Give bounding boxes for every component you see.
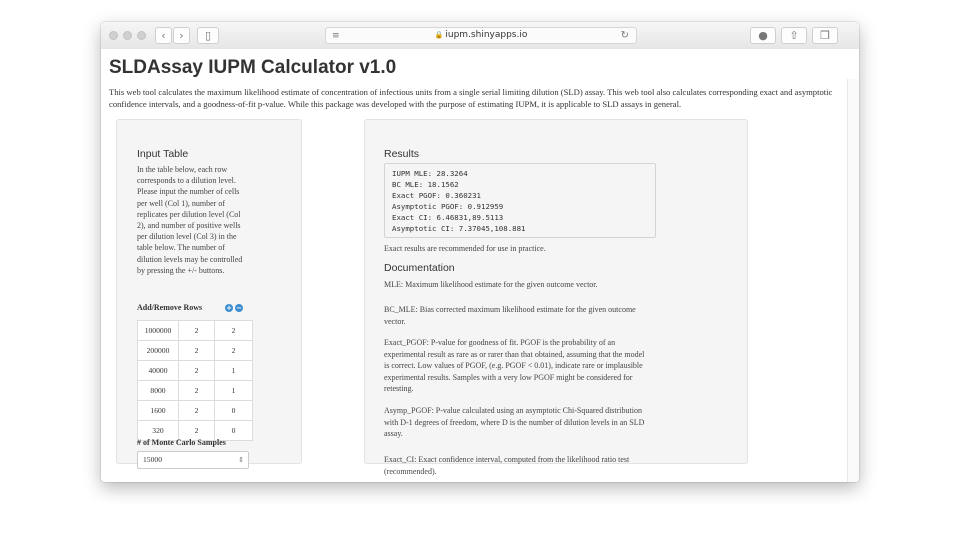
results-panel: Results IUPM MLE: 28.3264 BC MLE: 18.156… — [364, 119, 748, 476]
replicates-cell[interactable]: 2 — [178, 400, 215, 421]
replicates-cell[interactable]: 2 — [178, 360, 215, 381]
tabs-icon: ❐ — [820, 29, 830, 42]
monte-carlo-input[interactable]: 15000 ⇕ — [137, 451, 249, 469]
zoom-window-button[interactable] — [137, 31, 146, 40]
results-heading: Results — [384, 148, 420, 160]
chevron-left-icon: ‹ — [161, 29, 166, 42]
replicates-cell[interactable]: 2 — [178, 320, 215, 341]
monte-carlo-value: 15000 — [143, 455, 162, 464]
input-sidebar: Input Table In the table below, each row… — [116, 119, 302, 469]
plus-icon: + — [226, 304, 232, 312]
doc-exact-ci: Exact_CI: Exact confidence interval, com… — [384, 455, 630, 476]
result-asymptotic-ci: Asymptotic CI: 7.37045,108.881 — [392, 224, 526, 233]
positive-wells-cell[interactable]: 1 — [214, 380, 253, 401]
share-button[interactable]: ⇧ — [781, 27, 807, 44]
positive-wells-cell[interactable]: 0 — [214, 400, 253, 421]
back-button[interactable]: ‹ — [155, 27, 172, 44]
table-row: 1000000 2 2 — [137, 320, 253, 341]
input-table-heading: Input Table — [137, 148, 189, 160]
monte-carlo-label: # of Monte Carlo Samples — [137, 438, 226, 447]
share-icon: ⇧ — [789, 29, 799, 42]
spinner-icon[interactable]: ⇕ — [238, 452, 244, 468]
results-output: IUPM MLE: 28.3264 BC MLE: 18.1562 Exact … — [384, 163, 656, 238]
intro-text: This web tool calculates the maximum lik… — [109, 87, 833, 109]
positive-wells-cell[interactable]: 2 — [214, 320, 253, 341]
doc-asymp-pgof: Asymp_PGOF: P-value calculated using an … — [384, 406, 645, 439]
result-exact-ci: Exact CI: 6.46831,89.5113 — [392, 213, 504, 222]
chevron-right-icon: › — [179, 29, 184, 42]
positive-wells-cell[interactable]: 1 — [214, 360, 253, 381]
table-row: 40000 2 1 — [137, 360, 253, 381]
tabs-button[interactable]: ❐ — [812, 27, 838, 44]
table-row: 1600 2 0 — [137, 400, 253, 421]
extension-button[interactable]: ● — [750, 27, 776, 44]
result-mle: IUPM MLE: 28.3264 — [392, 169, 468, 178]
lock-icon: 🔒 — [434, 31, 444, 39]
doc-exact-pgof: Exact_PGOF: P-value for goodness of fit.… — [384, 338, 645, 394]
browser-window: ‹ › ▯ ≡ 🔒 iupm.shinyapps.io ↻ ● ⇧ ❐ SLDAs… — [101, 22, 859, 482]
replicates-cell[interactable]: 2 — [178, 380, 215, 401]
table-row: 200000 2 2 — [137, 340, 253, 361]
page-title: SLDAssay IUPM Calculator v1.0 — [109, 57, 397, 78]
cells-per-well-cell[interactable]: 200000 — [137, 340, 179, 361]
browser-toolbar: ‹ › ▯ ≡ 🔒 iupm.shinyapps.io ↻ ● ⇧ ❐ — [101, 22, 859, 50]
result-exact-pgof: Exact PGOF: 0.360231 — [392, 191, 481, 200]
result-asymptotic-pgof: Asymptotic PGOF: 0.912959 — [392, 202, 504, 211]
add-remove-rows-label: Add/Remove Rows — [137, 303, 203, 312]
doc-mle: MLE: Maximum likelihood estimate for the… — [384, 280, 598, 289]
info-icon: ● — [758, 29, 768, 42]
cells-per-well-cell[interactable]: 40000 — [137, 360, 179, 381]
doc-bc-mle: BC_MLE: Bias corrected maximum likelihoo… — [384, 305, 636, 326]
remove-row-button[interactable]: − — [235, 304, 243, 312]
table-row: 8000 2 1 — [137, 380, 253, 401]
reload-icon[interactable]: ↻ — [621, 28, 629, 43]
input-instructions: In the table below, each row corresponds… — [137, 165, 243, 275]
result-bc-mle: BC MLE: 18.1562 — [392, 180, 459, 189]
positive-wells-cell[interactable]: 2 — [214, 340, 253, 361]
cells-per-well-cell[interactable]: 8000 — [137, 380, 179, 401]
results-note: Exact results are recommended for use in… — [384, 244, 546, 253]
address-bar[interactable]: ≡ 🔒 iupm.shinyapps.io ↻ — [325, 27, 637, 44]
add-row-button[interactable]: + — [225, 304, 233, 312]
minimize-window-button[interactable] — [123, 31, 132, 40]
cells-per-well-cell[interactable]: 1000000 — [137, 320, 179, 341]
reader-icon[interactable]: ≡ — [332, 29, 340, 44]
documentation-heading: Documentation — [384, 262, 455, 274]
url-text: iupm.shinyapps.io — [445, 30, 528, 40]
forward-button[interactable]: › — [173, 27, 190, 44]
sidebar-toggle-button[interactable]: ▯ — [197, 27, 219, 44]
replicates-cell[interactable]: 2 — [178, 340, 215, 361]
dilution-table: 1000000 2 2 200000 2 2 40000 2 1 8000 2 — [137, 320, 253, 441]
close-window-button[interactable] — [109, 31, 118, 40]
cells-per-well-cell[interactable]: 1600 — [137, 400, 179, 421]
sidebar-icon: ▯ — [204, 29, 212, 42]
scrollbar[interactable] — [847, 79, 859, 482]
minus-icon: − — [236, 304, 242, 312]
